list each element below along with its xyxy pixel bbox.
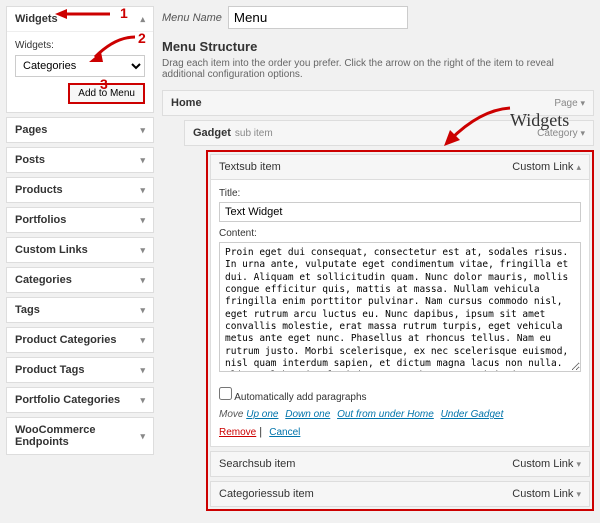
chevron-down-icon: ▾ bbox=[140, 215, 145, 226]
menu-item-home[interactable]: Home Page ▾ bbox=[162, 90, 594, 116]
auto-paragraphs-label: Automatically add paragraphs bbox=[234, 392, 366, 403]
menu-structure-desc: Drag each item into the order you prefer… bbox=[162, 58, 594, 80]
content-label: Content: bbox=[219, 228, 581, 239]
chevron-down-icon: ▾ bbox=[140, 305, 145, 316]
menu-structure-title: Menu Structure bbox=[162, 39, 594, 54]
auto-paragraphs-checkbox[interactable] bbox=[219, 387, 232, 400]
chevron-down-icon: ▾ bbox=[576, 459, 581, 469]
chevron-down-icon: ▾ bbox=[140, 365, 145, 376]
chevron-down-icon: ▾ bbox=[580, 98, 585, 108]
remove-link[interactable]: Remove bbox=[219, 427, 256, 438]
chevron-up-icon: ▴ bbox=[140, 14, 145, 25]
move-up-link[interactable]: Up one bbox=[246, 409, 278, 420]
chevron-down-icon: ▾ bbox=[576, 489, 581, 499]
menu-item-categories[interactable]: Categoriessub item Custom Link ▾ bbox=[210, 481, 590, 507]
chevron-down-icon: ▾ bbox=[580, 128, 585, 138]
chevron-down-icon: ▾ bbox=[140, 185, 145, 196]
chevron-down-icon: ▾ bbox=[140, 431, 145, 442]
widgets-section[interactable]: Widgets ▴ bbox=[7, 7, 153, 32]
move-under-link[interactable]: Under Gadget bbox=[441, 409, 504, 420]
add-to-menu-button[interactable]: Add to Menu bbox=[68, 83, 145, 104]
cancel-link[interactable]: Cancel bbox=[269, 427, 300, 438]
section-pages[interactable]: Pages▾ bbox=[7, 118, 153, 142]
widgets-select[interactable]: Categories bbox=[15, 55, 145, 77]
menu-name-label: Menu Name bbox=[162, 12, 222, 24]
move-label: Move bbox=[219, 409, 243, 420]
chevron-up-icon: ▴ bbox=[576, 162, 581, 172]
chevron-down-icon: ▾ bbox=[140, 335, 145, 346]
move-out-link[interactable]: Out from under Home bbox=[337, 409, 434, 420]
section-posts[interactable]: Posts▾ bbox=[7, 148, 153, 172]
menu-item-search[interactable]: Searchsub item Custom Link ▾ bbox=[210, 451, 590, 477]
chevron-down-icon: ▾ bbox=[140, 395, 145, 406]
menu-item-text-expanded: Textsub item Custom Link ▴ Title: Conten… bbox=[206, 150, 594, 511]
move-down-link[interactable]: Down one bbox=[285, 409, 330, 420]
section-products[interactable]: Products▾ bbox=[7, 178, 153, 202]
section-product-tags[interactable]: Product Tags▾ bbox=[7, 358, 153, 382]
section-woocommerce-endpoints[interactable]: WooCommerce Endpoints▾ bbox=[7, 418, 153, 454]
chevron-down-icon: ▾ bbox=[140, 245, 145, 256]
title-label: Title: bbox=[219, 188, 581, 199]
section-portfolio-categories[interactable]: Portfolio Categories▾ bbox=[7, 388, 153, 412]
chevron-down-icon: ▾ bbox=[140, 155, 145, 166]
menu-name-input[interactable] bbox=[228, 6, 408, 29]
chevron-down-icon: ▾ bbox=[140, 275, 145, 286]
section-product-categories[interactable]: Product Categories▾ bbox=[7, 328, 153, 352]
content-textarea[interactable] bbox=[219, 242, 581, 372]
section-custom-links[interactable]: Custom Links▾ bbox=[7, 238, 153, 262]
title-input[interactable] bbox=[219, 202, 581, 222]
chevron-down-icon: ▾ bbox=[140, 125, 145, 136]
menu-item-gadget[interactable]: Gadgetsub item Category ▾ bbox=[184, 120, 594, 146]
section-categories[interactable]: Categories▾ bbox=[7, 268, 153, 292]
widgets-label: Widgets: bbox=[15, 40, 145, 51]
section-tags[interactable]: Tags▾ bbox=[7, 298, 153, 322]
widgets-title: Widgets bbox=[15, 13, 58, 25]
section-portfolios[interactable]: Portfolios▾ bbox=[7, 208, 153, 232]
menu-item-text-header[interactable]: Textsub item Custom Link ▴ bbox=[211, 155, 589, 180]
